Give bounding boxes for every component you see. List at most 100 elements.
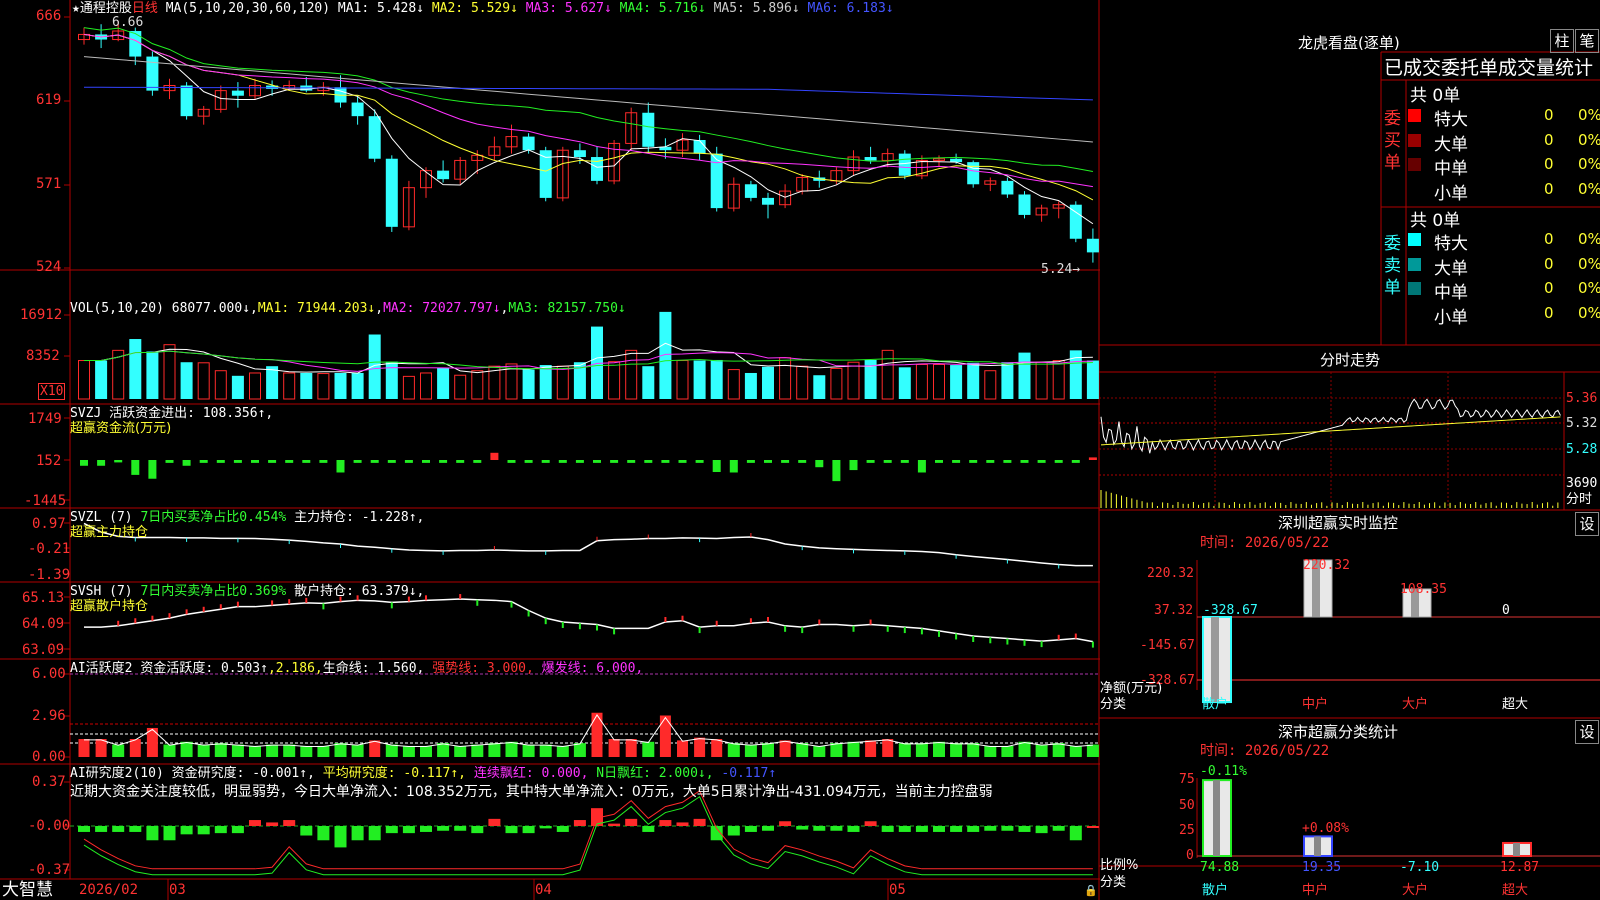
order-pct: 0%	[1578, 155, 1600, 173]
bar-label: -328.67	[1203, 603, 1258, 618]
order-count: 0	[1544, 303, 1554, 322]
svzj-bar	[815, 460, 824, 468]
vol-bar-up	[625, 349, 638, 400]
svzj-bar	[1088, 457, 1097, 460]
vol-bar-down	[522, 369, 535, 399]
active-bar	[1001, 745, 1014, 757]
cat-label: 散户	[1202, 697, 1229, 712]
research-bar	[744, 826, 757, 832]
active-bar	[711, 739, 723, 757]
svzj-bar	[644, 460, 653, 463]
net-unit: 净额(万元)	[1100, 681, 1163, 696]
ytick: 50	[1179, 798, 1195, 813]
svzj-bar	[610, 460, 619, 463]
vol-unit-badge[interactable]: X10	[38, 383, 66, 400]
vol-bar-down	[146, 351, 159, 399]
ytick: 64.09	[22, 616, 65, 632]
active-bar	[591, 712, 603, 757]
vol-bar-down	[334, 372, 347, 399]
svzj-bar	[935, 460, 943, 463]
research-bar	[95, 826, 108, 832]
ma6-value: MA6: 6.183↓	[807, 1, 894, 16]
ytick: -0.00	[28, 818, 71, 834]
active-bar	[369, 740, 381, 757]
ytick: 571	[36, 176, 62, 192]
lhkp-title: 龙虎看盘(逐单)	[1298, 34, 1400, 52]
vol-bar-down	[744, 372, 757, 399]
active-bar	[744, 744, 757, 757]
vol-bar-up	[78, 360, 90, 400]
ratio-value: 19.35	[1302, 860, 1342, 875]
svzj-bar	[80, 460, 88, 466]
sz-settings-button[interactable]: 设	[1575, 512, 1599, 536]
research-bar	[266, 822, 279, 826]
active-bar	[180, 741, 193, 757]
active-bar	[505, 741, 518, 757]
vol-bar-down	[1001, 362, 1014, 399]
svsh-holding: 散户持仓: 63.379↓,	[294, 584, 425, 599]
active-bar	[539, 744, 552, 757]
xtick: 03	[169, 882, 186, 898]
pen-mode-button[interactable]: 笔	[1575, 29, 1599, 53]
research-bar	[762, 826, 774, 831]
research-bar	[625, 818, 638, 826]
research-bar	[402, 826, 415, 834]
svzj-bar	[986, 460, 995, 463]
research-bar	[231, 826, 244, 834]
active-bar	[1018, 741, 1031, 757]
active-bar	[727, 743, 740, 757]
order-row: 大单 0 0%	[1408, 129, 1600, 155]
active-line	[84, 714, 1093, 747]
vol-bar-up	[881, 349, 894, 400]
ai-comment: 近期大资金关注度较低，明显弱势，今日大单净流入：108.352万元，其中特大单净…	[70, 784, 993, 800]
active-bar	[454, 745, 467, 757]
order-label: 特大	[1434, 234, 1468, 254]
cat-label: 大户	[1402, 883, 1429, 898]
vol-bar-up	[608, 361, 621, 400]
order-count: 0	[1544, 230, 1554, 248]
vol-bar-up	[163, 344, 176, 400]
stats-title: 已成交委托单成交量统计	[1384, 57, 1594, 79]
svsh-name: SVSH (7)	[70, 584, 133, 599]
bar-mode-button[interactable]: 柱	[1550, 29, 1574, 53]
period-label[interactable]: 日线	[132, 1, 158, 16]
ai-burst-line: 爆发线: 6.000,	[541, 661, 644, 676]
order-label: 中单	[1434, 283, 1468, 303]
svzj-bar	[131, 460, 140, 475]
order-count: 0	[1544, 130, 1554, 149]
order-row: 中单 0 0%	[1408, 277, 1600, 303]
star-icon[interactable]: ★	[72, 1, 80, 16]
bar-label: 220.32	[1303, 558, 1350, 573]
research-bar	[385, 826, 398, 834]
vol-bar-up	[847, 361, 860, 400]
order-row: 小单 0 0%	[1408, 178, 1600, 204]
research-bar	[112, 826, 125, 832]
active-bar	[915, 743, 928, 757]
cls-settings-button[interactable]: 设	[1575, 720, 1599, 744]
research-bar	[454, 826, 467, 831]
svzj-sub: 超赢资金流(万元)	[70, 421, 172, 436]
svzl-name: SVZL (7)	[70, 510, 133, 525]
active-bar	[694, 737, 706, 757]
svzj-bar	[695, 460, 704, 463]
research-bar	[471, 826, 484, 834]
order-count: 0	[1544, 254, 1554, 273]
ma5-value: MA5: 5.896↓	[713, 1, 800, 16]
research-bar	[317, 826, 330, 841]
vol-bar-up	[915, 363, 928, 400]
svzj-bar	[182, 460, 191, 466]
order-count: 0	[1544, 179, 1554, 198]
active-bar	[95, 739, 107, 757]
research-bar	[180, 826, 193, 835]
ytick: 619	[36, 92, 62, 108]
order-pct: 0%	[1578, 303, 1600, 322]
research-bar	[779, 821, 792, 826]
active-bar	[1069, 745, 1082, 757]
brand-logo[interactable]: 大智慧	[2, 881, 53, 900]
research-bar	[420, 826, 432, 832]
bar-label: 108.35	[1400, 582, 1447, 597]
ytick: 0.37	[32, 774, 66, 790]
candle-down	[1001, 180, 1014, 195]
vol-bar-up	[556, 365, 569, 400]
lock-icon[interactable]: 🔒	[1084, 883, 1098, 898]
